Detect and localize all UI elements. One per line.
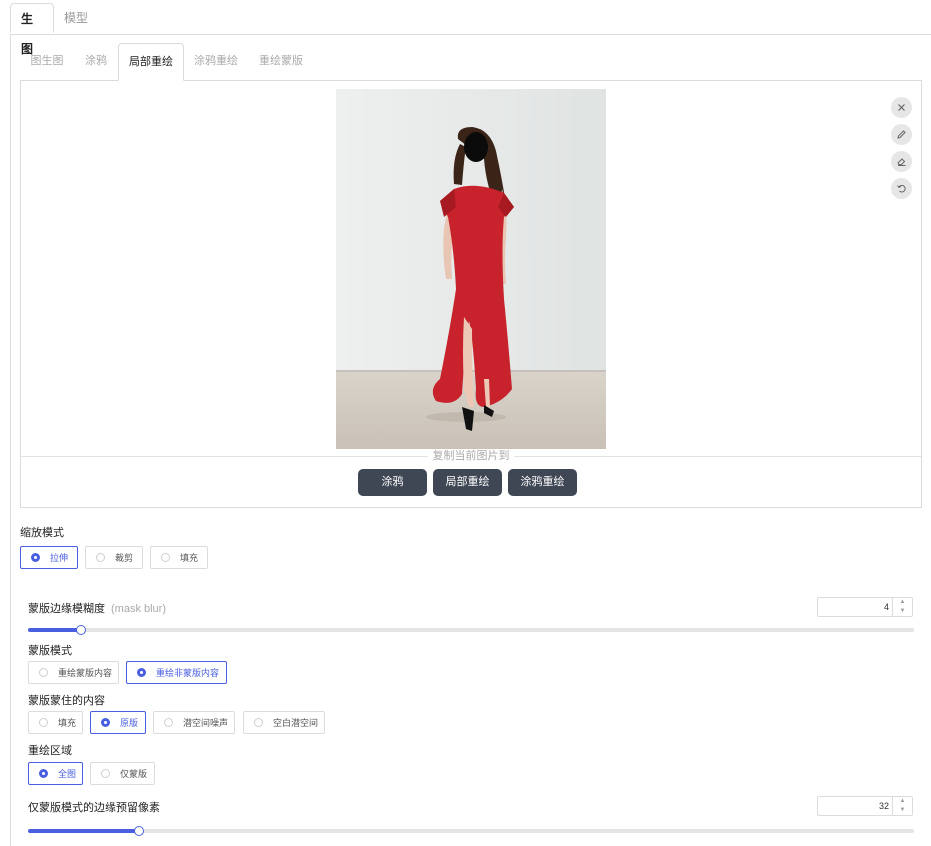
mask-mode-inpaint-not-masked[interactable]: 重绘非蒙版内容 xyxy=(126,661,227,684)
masked-content-fill[interactable]: 填充 xyxy=(28,711,83,734)
mask-blur-text: 蒙版边缘模糊度 xyxy=(28,603,105,615)
radio-label: 原版 xyxy=(120,718,139,728)
undo-icon[interactable] xyxy=(891,178,912,199)
tab-inpaint-upload[interactable]: 重绘蒙版 xyxy=(248,43,314,80)
pencil-icon[interactable] xyxy=(891,124,912,145)
copy-to-label: 复制当前图片到 xyxy=(428,449,514,463)
inpaint-area-only-masked[interactable]: 仅蒙版 xyxy=(90,762,155,785)
masked-content-latent-nothing[interactable]: 空白潜空间 xyxy=(243,711,325,734)
radio-label: 空白潜空间 xyxy=(273,718,319,728)
padding-slider-fill xyxy=(28,829,139,833)
resize-mode-crop[interactable]: 裁剪 xyxy=(85,546,143,569)
mask-mode-inpaint-masked[interactable]: 重绘蒙版内容 xyxy=(28,661,119,684)
inpaint-area-title: 重绘区域 xyxy=(28,745,72,757)
img2img-tab-bar: 图生图 涂鸦 局部重绘 涂鸦重绘 重绘蒙版 xyxy=(20,43,921,81)
tab-inpaint-sketch[interactable]: 涂鸦重绘 xyxy=(184,43,248,80)
radio-label: 拉伸 xyxy=(50,553,69,563)
inpaint-area-whole-picture[interactable]: 全图 xyxy=(28,762,83,785)
masked-content-latent-noise[interactable]: 潜空间噪声 xyxy=(153,711,235,734)
mask-blur-stepper[interactable]: ▲ ▼ xyxy=(892,598,912,616)
radio-label: 裁剪 xyxy=(115,553,134,563)
radio-dot xyxy=(161,553,170,562)
padding-slider[interactable] xyxy=(28,826,914,836)
tab-generate[interactable]: 生图 xyxy=(10,3,54,56)
resize-mode-stretch[interactable]: 拉伸 xyxy=(20,546,78,569)
radio-label: 填充 xyxy=(180,553,199,563)
chevron-down-icon[interactable]: ▼ xyxy=(893,806,912,815)
mask-blur-slider[interactable] xyxy=(28,625,914,635)
mask-blur-hint: (mask blur) xyxy=(111,603,167,615)
radio-dot xyxy=(101,718,110,727)
mask-blur-slider-fill xyxy=(28,628,82,632)
radio-dot xyxy=(39,718,48,727)
copy-to-sketch-button[interactable]: 涂鸦 xyxy=(358,469,427,496)
radio-label: 仅蒙版 xyxy=(120,769,148,779)
eraser-icon[interactable] xyxy=(891,151,912,172)
tab-img2img[interactable]: 图生图 xyxy=(20,43,74,80)
copy-to-inpaint-button[interactable]: 局部重绘 xyxy=(433,469,502,496)
mask-blur-label: 蒙版边缘模糊度 (mask blur) xyxy=(28,600,166,616)
padding-value: 32 xyxy=(878,801,889,811)
resize-mode-fill[interactable]: 填充 xyxy=(150,546,208,569)
tab-sketch[interactable]: 涂鸦 xyxy=(74,43,118,80)
radio-dot xyxy=(39,668,48,677)
mask-mode-title: 蒙版模式 xyxy=(28,645,72,657)
uploaded-image[interactable] xyxy=(336,89,606,449)
mask-blur-slider-thumb[interactable] xyxy=(76,625,87,635)
padding-input[interactable]: 32 ▲ ▼ xyxy=(817,796,913,816)
masked-content-original[interactable]: 原版 xyxy=(90,711,146,734)
radio-dot xyxy=(31,553,40,562)
chevron-down-icon[interactable]: ▼ xyxy=(893,607,912,616)
radio-label: 潜空间噪声 xyxy=(183,718,229,728)
radio-dot xyxy=(101,769,110,778)
padding-label: 仅蒙版模式的边缘预留像素 xyxy=(28,802,160,814)
radio-dot xyxy=(254,718,263,727)
masked-content-title: 蒙版蒙住的内容 xyxy=(28,695,105,707)
radio-label: 全图 xyxy=(58,769,77,779)
radio-label: 填充 xyxy=(58,718,77,728)
radio-dot xyxy=(164,718,173,727)
padding-slider-thumb[interactable] xyxy=(133,826,144,836)
radio-dot xyxy=(96,553,105,562)
radio-dot xyxy=(137,668,146,677)
tab-inpaint[interactable]: 局部重绘 xyxy=(118,43,184,81)
content-border xyxy=(10,34,11,846)
tab-model[interactable]: 模型 xyxy=(54,3,102,33)
close-icon[interactable] xyxy=(891,97,912,118)
mask-blur-value: 4 xyxy=(883,602,889,612)
chevron-up-icon[interactable]: ▲ xyxy=(893,797,912,806)
radio-dot xyxy=(39,769,48,778)
radio-label: 重绘蒙版内容 xyxy=(58,668,113,678)
resize-mode-title: 缩放模式 xyxy=(20,527,64,539)
chevron-up-icon[interactable]: ▲ xyxy=(893,598,912,607)
copy-to-inpaint-sketch-button[interactable]: 涂鸦重绘 xyxy=(508,469,577,496)
top-tab-bar: 生图 模型 xyxy=(10,0,931,56)
padding-stepper[interactable]: ▲ ▼ xyxy=(892,797,912,815)
mask-blur-input[interactable]: 4 ▲ ▼ xyxy=(817,597,913,617)
radio-label: 重绘非蒙版内容 xyxy=(156,668,220,678)
